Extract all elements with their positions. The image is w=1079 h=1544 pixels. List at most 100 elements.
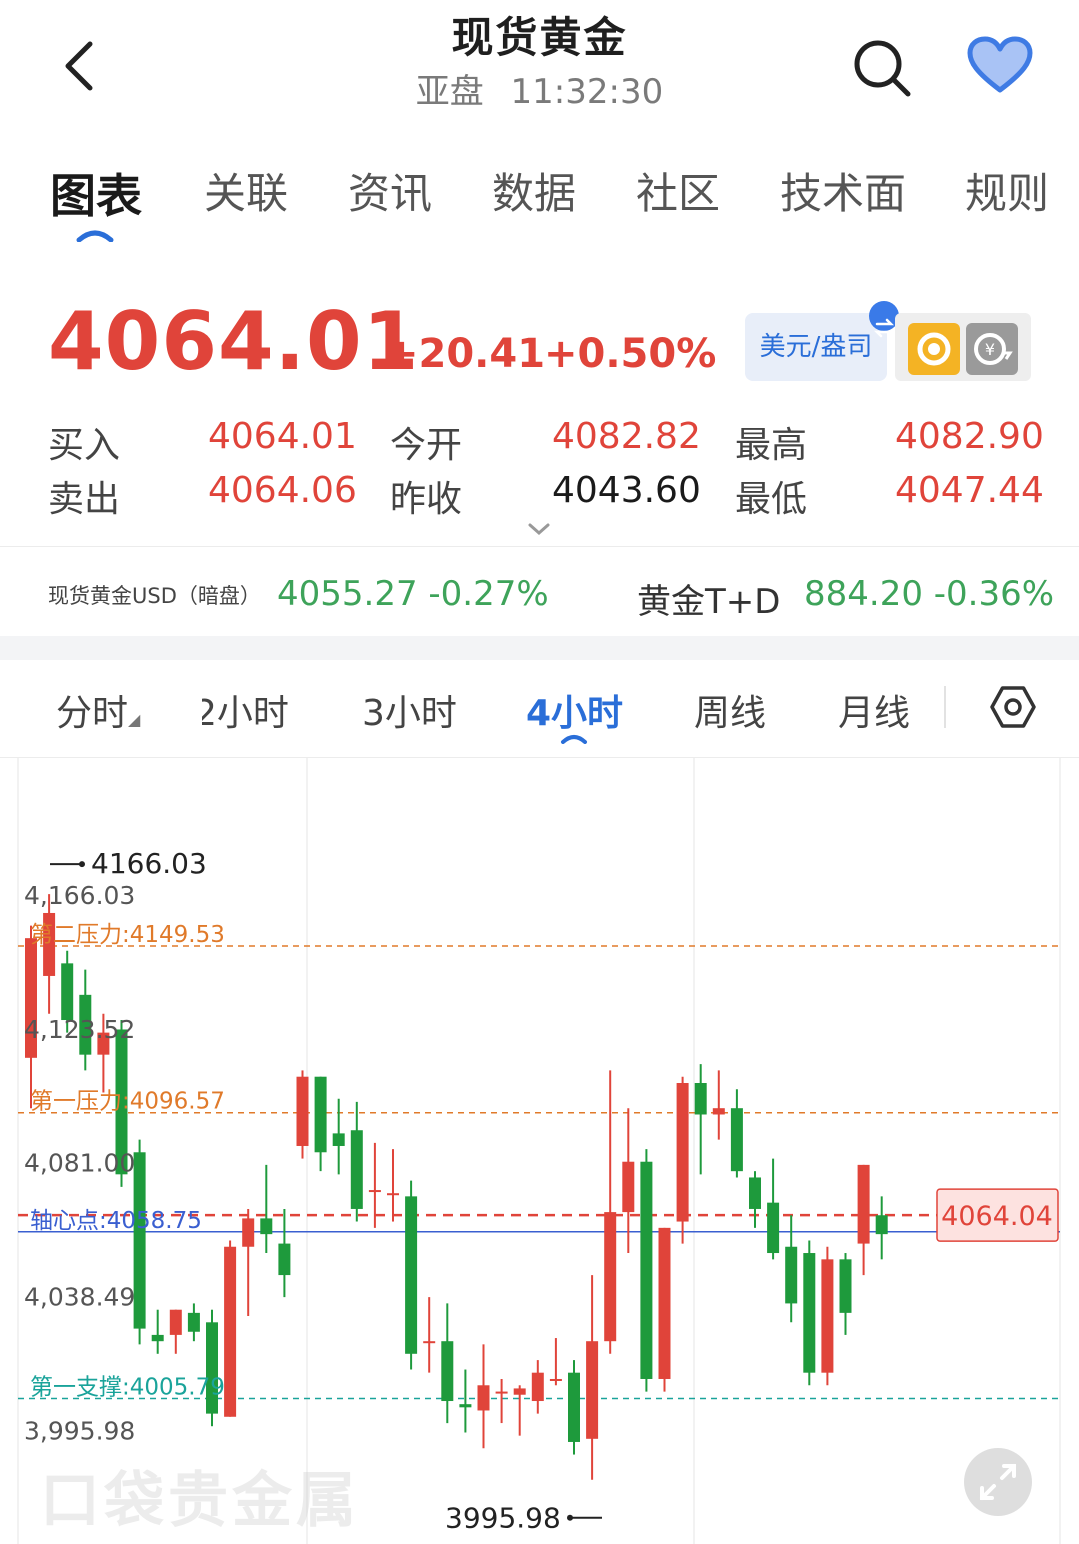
candle: [296, 1070, 309, 1159]
candle: [531, 1360, 544, 1414]
bid-label: 买入: [48, 425, 121, 466]
period-tab-label: 分时: [56, 693, 129, 734]
open-value: 4082.82: [552, 416, 701, 457]
chart-canvas[interactable]: 第二压力:4149.53 第一压力:4096.57 轴心点:4058.75 第一支撑:…: [0, 758, 1079, 1544]
candle-body: [749, 1177, 761, 1209]
refresh-icon[interactable]: [908, 323, 960, 375]
period-tab-weekly[interactable]: 周线: [694, 684, 766, 736]
expand-icon: [980, 1464, 1016, 1500]
top-bar: 现货黄金 亚盘 11:32:30: [0, 0, 1079, 130]
main-tabs: 图表 关联 资讯 数据 社区 技术面 规则: [0, 150, 1079, 250]
candle: [260, 1164, 273, 1254]
candle-body: [785, 1246, 798, 1304]
tab-technical[interactable]: 技术面: [780, 160, 906, 221]
candle-body: [604, 1212, 617, 1342]
candle-body: [640, 1161, 653, 1379]
related-quote-name-1[interactable]: 现货黄金USD（暗盘）: [48, 580, 261, 610]
session-info: 亚盘 11:32:30: [0, 68, 1079, 116]
period-tab-3h[interactable]: 3小时: [362, 684, 457, 736]
search-icon: [854, 40, 911, 97]
watermark-logo: 口袋贵金属: [40, 1466, 360, 1536]
min-marker-label: 3995.98: [445, 1502, 561, 1535]
related-quote-name-2[interactable]: 黄金T+D: [637, 574, 780, 623]
y-tick-label: 4,038.49: [24, 1283, 135, 1312]
chart-settings-button[interactable]: [988, 682, 1038, 732]
candle-body: [224, 1246, 237, 1417]
session-label: 亚盘: [415, 72, 484, 112]
candle-body: [549, 1378, 562, 1381]
period-tab-2h[interactable]: 2小时: [202, 684, 302, 736]
candle-body: [658, 1227, 671, 1379]
candle-body: [314, 1076, 327, 1153]
bid-value: 4064.01: [208, 416, 357, 457]
candle-body: [260, 1218, 273, 1235]
currency-convert-icon[interactable]: ¥: [966, 323, 1018, 375]
candle: [477, 1344, 490, 1449]
candle: [694, 1064, 707, 1175]
fullscreen-button[interactable]: [964, 1448, 1032, 1516]
low-label: 最低: [735, 479, 808, 520]
candle-body: [387, 1193, 399, 1196]
y-tick-label: 4,081.00: [24, 1149, 135, 1178]
candle-body: [187, 1312, 200, 1332]
candle-body: [839, 1259, 852, 1313]
candle-body: [169, 1309, 182, 1335]
favorite-button[interactable]: [966, 36, 1034, 96]
level-label: 第一支撑:4005.79: [30, 1375, 225, 1401]
candle-body: [767, 1202, 780, 1254]
max-marker-label: 4166.03: [91, 847, 207, 880]
candle-body: [676, 1083, 689, 1222]
related-quote-value-2[interactable]: 884.20 -0.36%: [804, 574, 1054, 614]
related-quote-value-1[interactable]: 4055.27 -0.27%: [277, 574, 549, 614]
candle-body: [350, 1130, 363, 1209]
candle-body: [586, 1341, 599, 1439]
candle-body: [278, 1243, 291, 1276]
candle-body: [495, 1391, 508, 1394]
tab-news[interactable]: 资讯: [348, 160, 432, 221]
candle: [242, 1208, 255, 1317]
candle: [405, 1180, 418, 1370]
candle: [549, 1338, 562, 1386]
period-tab-intraday[interactable]: 分时◢: [56, 684, 140, 736]
candle-body: [513, 1388, 526, 1395]
tab-related[interactable]: 关联: [204, 160, 288, 221]
candle: [875, 1196, 888, 1260]
chevron-down-icon[interactable]: [527, 522, 551, 536]
candle: [586, 1275, 599, 1480]
candle-body: [568, 1372, 580, 1442]
tab-data[interactable]: 数据: [492, 160, 576, 221]
section-gap: [0, 636, 1079, 660]
tab-chart[interactable]: 图表: [50, 160, 142, 226]
candle-body: [875, 1215, 888, 1235]
settings-hexagon-icon: [990, 686, 1036, 728]
title-block: 现货黄金 亚盘 11:32:30: [0, 10, 1079, 116]
candle-body: [332, 1133, 345, 1146]
candle: [712, 1070, 725, 1140]
tab-community[interactable]: 社区: [636, 160, 720, 221]
current-price-tag: 4064.04: [941, 1201, 1053, 1232]
candle: [133, 1139, 146, 1345]
svg-text:¥: ¥: [985, 340, 995, 359]
candle: [423, 1297, 436, 1373]
level-label: 第一压力:4096.57: [30, 1089, 225, 1115]
candle: [767, 1158, 780, 1260]
tab-rules[interactable]: 规则: [965, 160, 1049, 221]
y-tick-label: 3,995.98: [24, 1416, 135, 1445]
dropdown-triangle-icon: ◢: [128, 710, 141, 729]
candle-body: [694, 1083, 707, 1115]
candle: [350, 1101, 363, 1222]
candlestick-chart[interactable]: 第二压力:4149.53 第一压力:4096.57 轴心点:4058.75 第一支撑:…: [0, 758, 1079, 1544]
candle: [278, 1208, 291, 1298]
ask-value: 4064.06: [208, 470, 357, 511]
currency-unit-button[interactable]: 美元/盎司: [745, 301, 899, 381]
candle: [513, 1385, 526, 1436]
candle: [803, 1240, 816, 1386]
candle-body: [133, 1152, 146, 1329]
active-tab-indicator: [76, 230, 114, 242]
period-tab-monthly[interactable]: 月线: [838, 684, 910, 736]
candle-body: [61, 963, 74, 1021]
candle: [658, 1227, 671, 1392]
search-button[interactable]: [850, 36, 914, 100]
divider: [944, 686, 946, 728]
period-tab-4h[interactable]: 4小时: [526, 684, 623, 736]
